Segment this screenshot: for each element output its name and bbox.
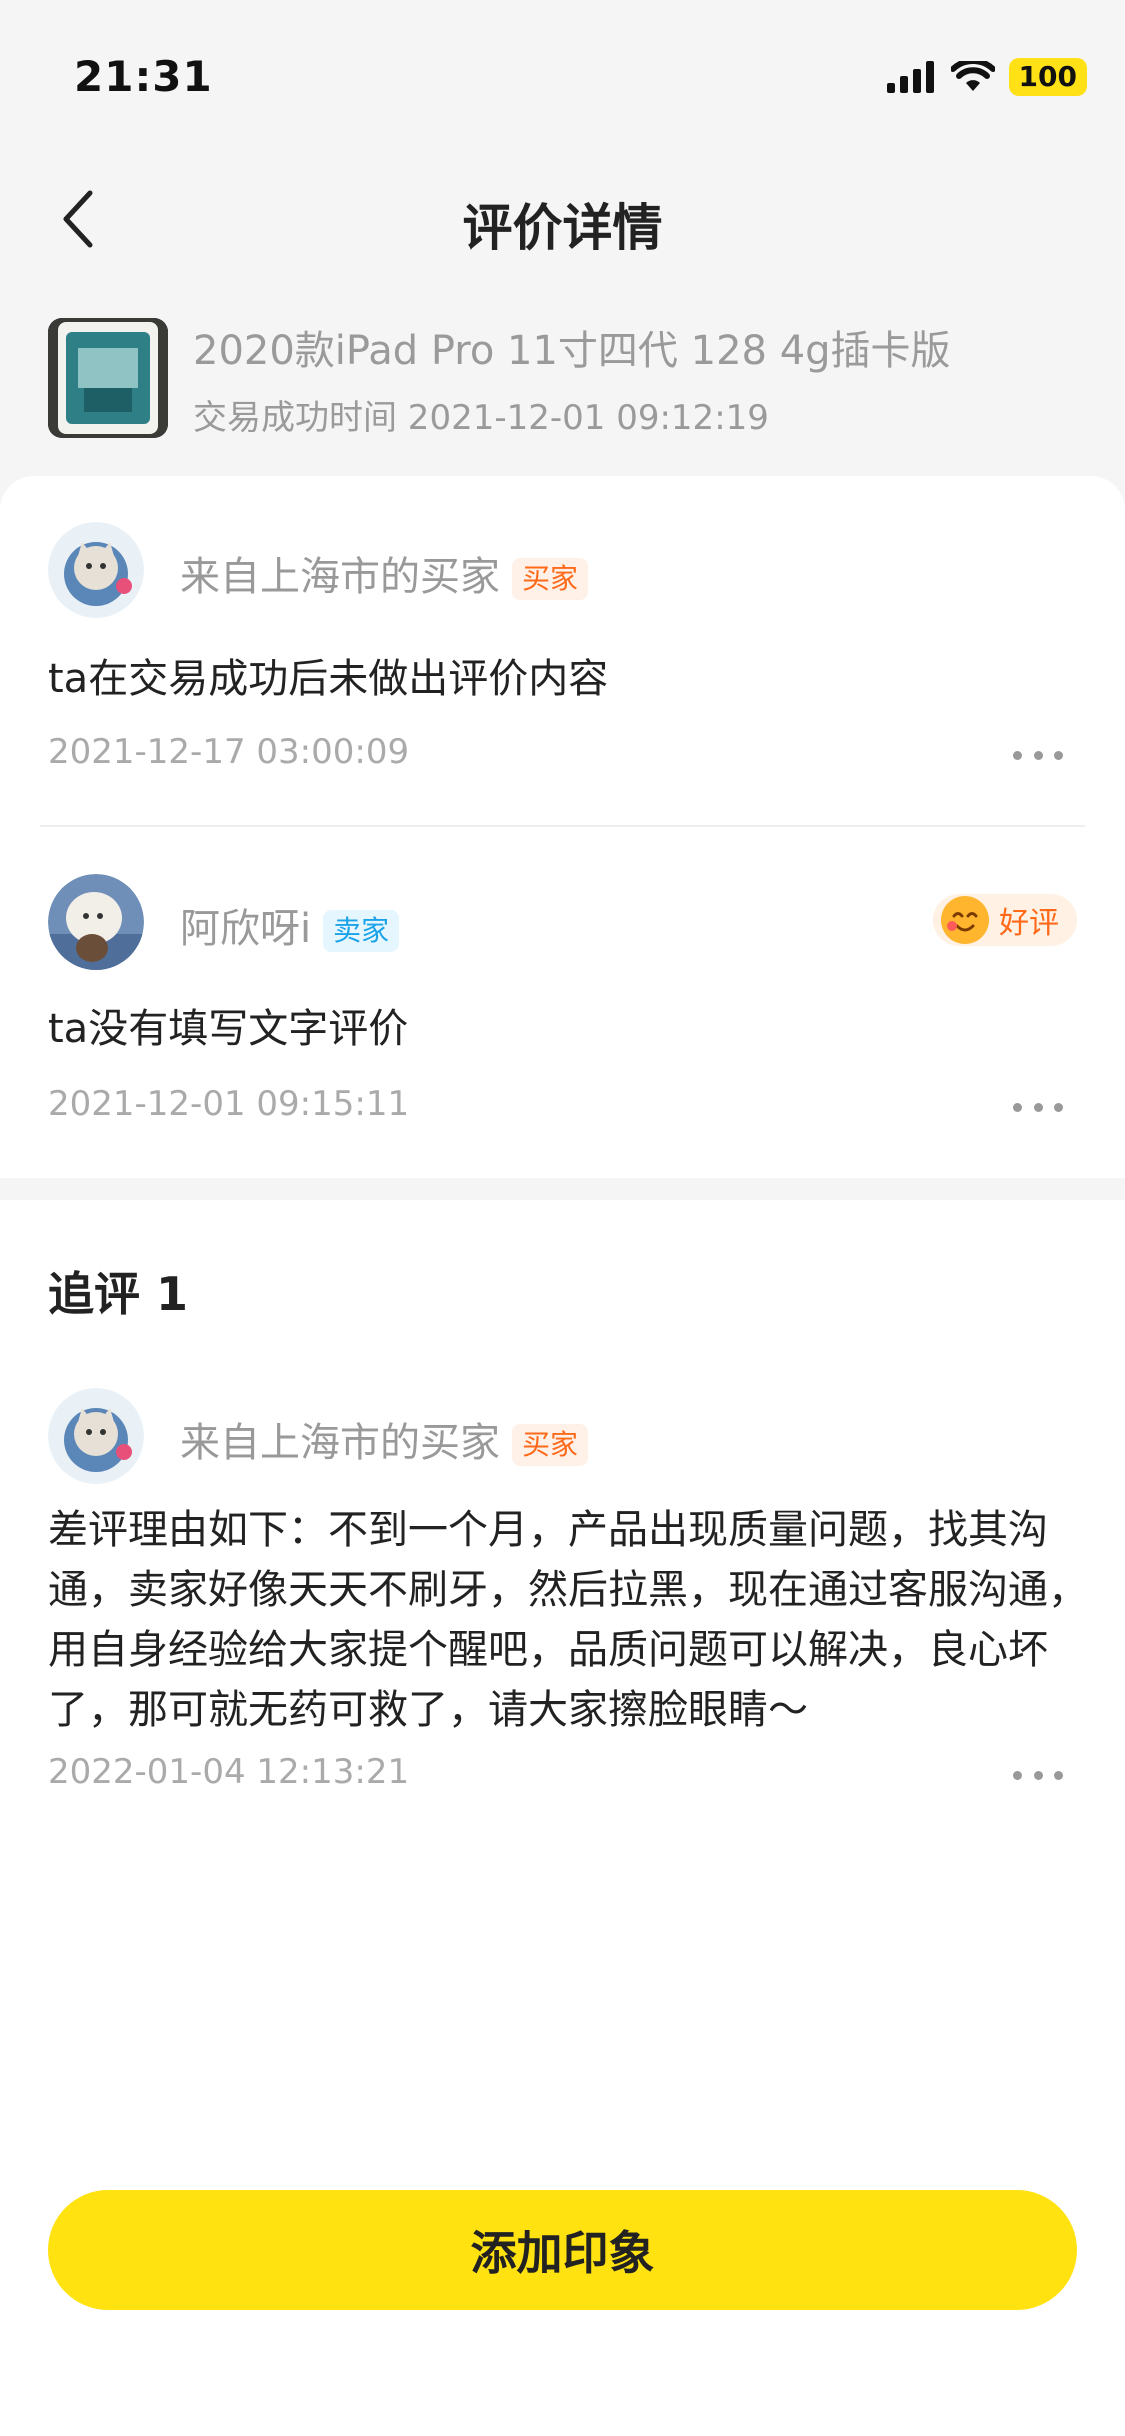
product-name: 2020款iPad Pro 11寸四代 128 4g插卡版 [193,328,951,374]
review-text: ta在交易成功后未做出评价内容 [48,656,609,702]
good-review-label: 好评 [999,906,1059,941]
product-thumbnail[interactable] [48,318,168,438]
reviewer-name-text: 阿欣呀i [180,906,312,952]
reviewer-name-text: 来自上海市的买家 [180,1420,500,1466]
battery-indicator: 100 [1008,58,1087,96]
review-item: 阿欣呀i 卖家 ta没有填写文字评价 2021-12-01 09:15:11 [48,828,1085,1168]
seller-tag: 卖家 [323,910,400,952]
divider [40,825,1085,827]
review-text: ta没有填写文字评价 [48,1006,409,1052]
reviewer-name: 来自上海市的买家 买家 [180,1410,589,1468]
reviewer-name: 阿欣呀i 卖家 [180,896,400,954]
buyer-tag: 买家 [512,558,589,600]
reviews-card: 来自上海市的买家 买家 ta在交易成功后未做出评价内容 2021-12-17 03… [0,476,1125,1178]
follow-up-title: 追评 1 [48,1267,189,1321]
wifi-icon [950,61,995,91]
add-impression-button[interactable]: 添加印象 [48,2190,1077,2310]
follow-up-text: 差评理由如下：不到一个月，产品出现质量问题，找其沟通，卖家好像天天不刷牙，然后拉… [48,1507,1088,1733]
more-icon[interactable] [1013,1092,1063,1122]
smile-emoji-icon [941,896,989,944]
nav-bar: 评价详情 [0,160,1125,270]
review-date: 2021-12-17 03:00:09 [48,732,410,772]
trade-time: 交易成功时间 2021-12-01 09:12:19 [193,398,769,438]
good-review-badge: 好评 [933,894,1077,946]
follow-up-review: 来自上海市的买家 买家 差评理由如下：不到一个月，产品出现质量问题，找其沟通，卖家… [48,1388,1088,2028]
avatar[interactable] [48,874,144,970]
page-title: 评价详情 [462,199,663,257]
reviewer-name-text: 来自上海市的买家 [180,554,500,600]
avatar[interactable] [48,1388,144,1484]
status-icons: 100 [886,58,1087,96]
buyer-tag: 买家 [512,1424,589,1466]
product-summary[interactable]: 2020款iPad Pro 11寸四代 128 4g插卡版 交易成功时间 202… [48,318,1085,438]
status-time: 21:31 [74,52,213,101]
avatar[interactable] [48,522,144,618]
status-bar: 21:31 100 [0,0,1125,150]
review-item: 来自上海市的买家 买家 ta在交易成功后未做出评价内容 2021-12-17 03… [48,476,1085,816]
review-date: 2022-01-04 12:13:21 [48,1752,410,1792]
more-icon[interactable] [1013,1760,1063,1790]
reviewer-name: 来自上海市的买家 买家 [180,544,589,602]
more-icon[interactable] [1013,740,1063,770]
review-date: 2021-12-01 09:15:11 [48,1084,410,1124]
signal-icon [886,61,934,93]
